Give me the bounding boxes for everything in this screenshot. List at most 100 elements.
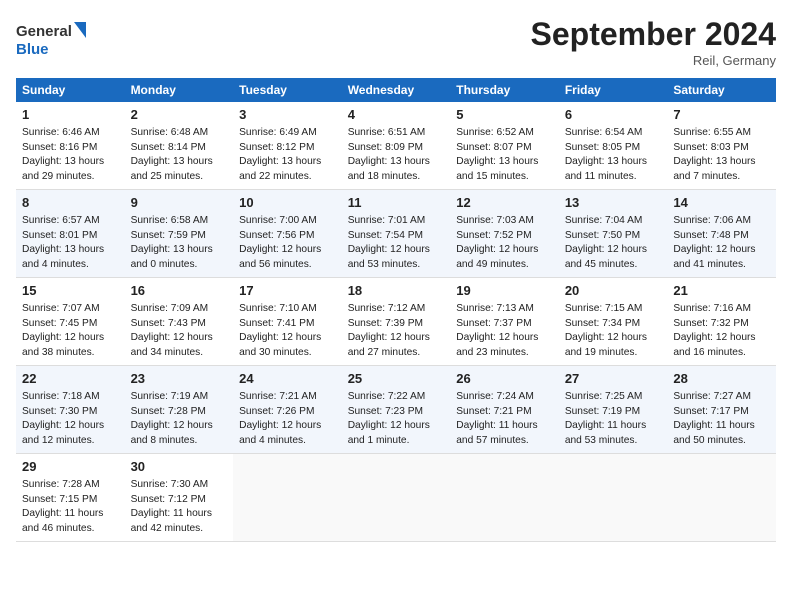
day-number: 9 bbox=[131, 194, 228, 213]
col-friday: Friday bbox=[559, 78, 668, 102]
day-number: 11 bbox=[348, 194, 445, 213]
cell-text: Daylight: 12 hours bbox=[565, 244, 647, 255]
calendar-cell: 17Sunrise: 7:10 AMSunset: 7:41 PMDayligh… bbox=[233, 277, 342, 365]
cell-text: Daylight: 11 hours bbox=[456, 420, 537, 431]
day-number: 5 bbox=[456, 106, 553, 125]
day-number: 27 bbox=[565, 370, 662, 389]
cell-text: Sunrise: 7:24 AM bbox=[456, 391, 534, 402]
calendar-cell bbox=[559, 453, 668, 541]
day-number: 14 bbox=[673, 194, 770, 213]
cell-text: Sunset: 7:39 PM bbox=[348, 318, 423, 329]
cell-text: Sunrise: 6:46 AM bbox=[22, 127, 100, 138]
cell-text: and 56 minutes. bbox=[239, 259, 312, 270]
cell-text: Sunset: 7:52 PM bbox=[456, 230, 531, 241]
day-number: 28 bbox=[673, 370, 770, 389]
calendar-cell: 29Sunrise: 7:28 AMSunset: 7:15 PMDayligh… bbox=[16, 453, 125, 541]
cell-text: Daylight: 13 hours bbox=[239, 156, 321, 167]
cell-text: and 8 minutes. bbox=[131, 435, 198, 446]
cell-text: Sunset: 7:32 PM bbox=[673, 318, 748, 329]
calendar-row: 22Sunrise: 7:18 AMSunset: 7:30 PMDayligh… bbox=[16, 365, 776, 453]
cell-text: Daylight: 13 hours bbox=[348, 156, 430, 167]
cell-text: Daylight: 12 hours bbox=[456, 332, 538, 343]
calendar-cell: 15Sunrise: 7:07 AMSunset: 7:45 PMDayligh… bbox=[16, 277, 125, 365]
cell-text: Sunrise: 7:01 AM bbox=[348, 215, 426, 226]
cell-text: Daylight: 12 hours bbox=[348, 244, 430, 255]
cell-text: Sunset: 7:48 PM bbox=[673, 230, 748, 241]
cell-text: Daylight: 11 hours bbox=[673, 420, 754, 431]
col-wednesday: Wednesday bbox=[342, 78, 451, 102]
cell-text: and 1 minute. bbox=[348, 435, 410, 446]
cell-text: Daylight: 12 hours bbox=[565, 332, 647, 343]
logo: General Blue bbox=[16, 16, 86, 60]
day-number: 18 bbox=[348, 282, 445, 301]
cell-text: Daylight: 13 hours bbox=[131, 244, 213, 255]
calendar-cell: 14Sunrise: 7:06 AMSunset: 7:48 PMDayligh… bbox=[667, 189, 776, 277]
calendar-cell: 23Sunrise: 7:19 AMSunset: 7:28 PMDayligh… bbox=[125, 365, 234, 453]
cell-text: Daylight: 12 hours bbox=[456, 244, 538, 255]
cell-text: and 12 minutes. bbox=[22, 435, 95, 446]
cell-text: Sunset: 7:19 PM bbox=[565, 406, 640, 417]
cell-text: Sunrise: 7:27 AM bbox=[673, 391, 751, 402]
cell-text: Sunset: 7:23 PM bbox=[348, 406, 423, 417]
cell-text: Daylight: 12 hours bbox=[131, 332, 213, 343]
cell-text: and 53 minutes. bbox=[348, 259, 421, 270]
calendar-body: 1Sunrise: 6:46 AMSunset: 8:16 PMDaylight… bbox=[16, 102, 776, 541]
day-number: 6 bbox=[565, 106, 662, 125]
calendar-cell bbox=[450, 453, 559, 541]
calendar-cell: 13 Sunrise: 7:04 AM Sunset: 7:50 PM Dayligh… bbox=[559, 189, 668, 277]
cell-text: and 34 minutes. bbox=[131, 347, 204, 358]
cell-text: Sunset: 7:41 PM bbox=[239, 318, 314, 329]
cell-text: Sunrise: 7:07 AM bbox=[22, 303, 100, 314]
cell-text: Sunset: 8:14 PM bbox=[131, 142, 206, 153]
cell-text: Sunset: 7:30 PM bbox=[22, 406, 97, 417]
cell-text: Sunset: 7:50 PM bbox=[565, 230, 640, 241]
day-number: 26 bbox=[456, 370, 553, 389]
cell-text: and 22 minutes. bbox=[239, 171, 312, 182]
cell-text: Sunset: 7:17 PM bbox=[673, 406, 748, 417]
cell-text: Sunset: 8:05 PM bbox=[565, 142, 640, 153]
day-number: 15 bbox=[22, 282, 119, 301]
calendar-cell bbox=[342, 453, 451, 541]
cell-text: and 41 minutes. bbox=[673, 259, 746, 270]
logo-svg: General Blue bbox=[16, 16, 86, 60]
cell-text: Sunset: 8:12 PM bbox=[239, 142, 314, 153]
cell-text: Sunrise: 6:54 AM bbox=[565, 127, 643, 138]
day-number: 1 bbox=[22, 106, 119, 125]
calendar-cell: 26Sunrise: 7:24 AMSunset: 7:21 PMDayligh… bbox=[450, 365, 559, 453]
cell-text: Sunrise: 7:30 AM bbox=[131, 479, 209, 490]
day-number: 2 bbox=[131, 106, 228, 125]
cell-text: Daylight: 12 hours bbox=[131, 420, 213, 431]
svg-text:General: General bbox=[16, 23, 72, 40]
calendar-cell: 20Sunrise: 7:15 AMSunset: 7:34 PMDayligh… bbox=[559, 277, 668, 365]
cell-text: Daylight: 13 hours bbox=[22, 156, 104, 167]
calendar-cell bbox=[233, 453, 342, 541]
day-number: 13 bbox=[565, 194, 662, 213]
title-block: September 2024 Reil, Germany bbox=[531, 16, 776, 68]
cell-text: and 4 minutes. bbox=[22, 259, 89, 270]
col-saturday: Saturday bbox=[667, 78, 776, 102]
calendar-row: 8Sunrise: 6:57 AMSunset: 8:01 PMDaylight… bbox=[16, 189, 776, 277]
cell-text: and 30 minutes. bbox=[239, 347, 312, 358]
cell-text: Sunset: 7:54 PM bbox=[348, 230, 423, 241]
cell-text: Sunset: 8:09 PM bbox=[348, 142, 423, 153]
cell-text: Daylight: 12 hours bbox=[673, 332, 755, 343]
calendar-cell: 12Sunrise: 7:03 AMSunset: 7:52 PMDayligh… bbox=[450, 189, 559, 277]
day-number: 16 bbox=[131, 282, 228, 301]
day-number: 3 bbox=[239, 106, 336, 125]
page: General Blue September 2024 Reil, German… bbox=[0, 0, 792, 552]
cell-text: Sunrise: 7:16 AM bbox=[673, 303, 751, 314]
cell-text: Sunrise: 7:25 AM bbox=[565, 391, 643, 402]
cell-text: Sunrise: 6:55 AM bbox=[673, 127, 751, 138]
day-number: 24 bbox=[239, 370, 336, 389]
cell-text: Sunrise: 7:21 AM bbox=[239, 391, 317, 402]
col-thursday: Thursday bbox=[450, 78, 559, 102]
cell-text: and 18 minutes. bbox=[348, 171, 421, 182]
cell-text: Sunrise: 7:04 AM bbox=[565, 215, 643, 226]
svg-text:Blue: Blue bbox=[16, 41, 49, 58]
cell-text: and 45 minutes. bbox=[565, 259, 638, 270]
cell-text: and 16 minutes. bbox=[673, 347, 746, 358]
day-number: 22 bbox=[22, 370, 119, 389]
cell-text: Sunrise: 7:09 AM bbox=[131, 303, 209, 314]
cell-text: and 46 minutes. bbox=[22, 523, 95, 534]
calendar-cell: 11 Sunrise: 7:01 AM Sunset: 7:54 PM Dayligh… bbox=[342, 189, 451, 277]
